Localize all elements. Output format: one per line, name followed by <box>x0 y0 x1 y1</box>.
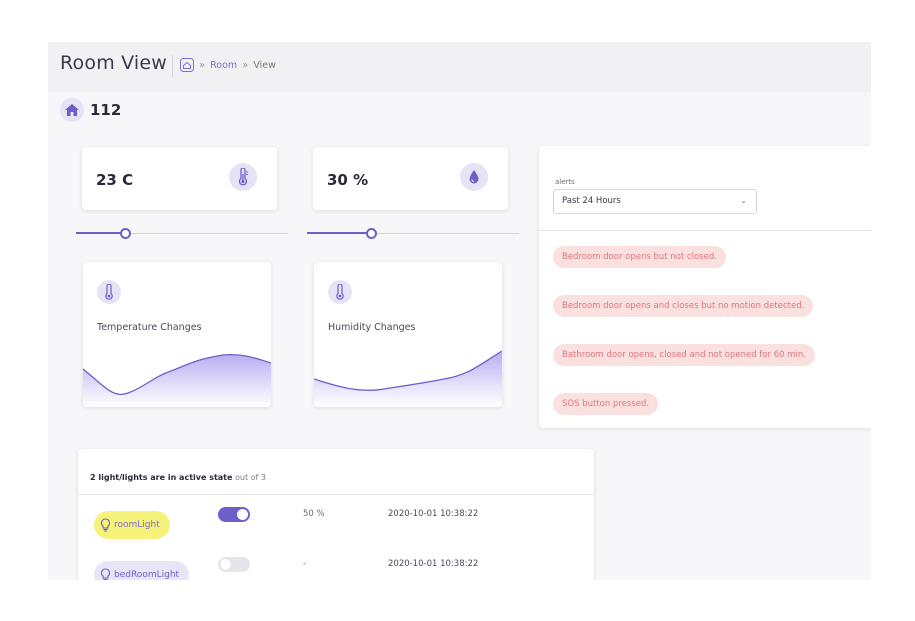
lights-active-count: 2 light/lights are in active state <box>90 473 233 482</box>
breadcrumb-separator: » <box>242 59 249 71</box>
breadcrumb-view: View <box>253 59 276 71</box>
slider-fill <box>76 232 125 234</box>
droplet-icon <box>460 163 488 191</box>
breadcrumb-separator: » <box>199 59 206 71</box>
lights-total-count: out of 3 <box>234 473 266 482</box>
temperature-card: 23 C <box>82 147 277 210</box>
light-toggle[interactable] <box>218 557 250 572</box>
page-title: Room View <box>60 52 168 74</box>
lights-summary: 2 light/lights are in active state out o… <box>90 473 266 482</box>
breadcrumb: » Room » View <box>180 58 276 72</box>
chevron-down-icon: ⌄ <box>740 196 747 205</box>
temperature-slider[interactable] <box>76 228 288 240</box>
light-chip-bedroomlight[interactable]: bedRoomLight <box>94 561 190 580</box>
lightbulb-icon <box>100 568 111 580</box>
trend-label: Temperature Changes <box>97 322 202 333</box>
home-icon[interactable] <box>180 58 194 72</box>
breadcrumb-room[interactable]: Room <box>210 60 237 71</box>
light-name: roomLight <box>114 520 160 530</box>
toggle-knob <box>237 509 248 520</box>
lights-divider <box>78 494 594 495</box>
temperature-sparkline <box>83 353 271 407</box>
slider-fill <box>307 232 371 234</box>
alert-item[interactable]: Bedroom door opens but not closed. <box>553 246 726 268</box>
temperature-value: 23 C <box>96 171 134 189</box>
alert-item[interactable]: Bathroom door opens, closed and not open… <box>553 344 815 366</box>
alerts-range-select[interactable]: Past 24 Hours ⌄ <box>553 189 757 214</box>
room-number: 112 <box>90 101 122 119</box>
page-header: Room View » Room » View <box>48 42 871 92</box>
light-chip-roomlight[interactable]: roomLight <box>94 511 170 539</box>
alerts-range-value: Past 24 Hours <box>562 196 621 206</box>
trend-label: Humidity Changes <box>328 322 416 333</box>
humidity-sparkline <box>314 350 502 407</box>
slider-handle[interactable] <box>120 228 131 239</box>
thermometer-icon <box>97 280 121 304</box>
title-divider <box>172 55 173 77</box>
app-window: Room View » Room » View 112 23 C 30 % Te… <box>48 42 871 580</box>
light-row: roomLight 50 % 2020-10-01 10:38:22 <box>78 505 594 545</box>
temperature-changes-card: Temperature Changes <box>83 262 271 407</box>
slider-handle[interactable] <box>366 228 377 239</box>
light-level: 50 % <box>303 509 325 519</box>
humidity-card: 30 % <box>313 147 508 210</box>
thermometer-icon <box>328 280 352 304</box>
lightbulb-icon <box>100 518 111 532</box>
alerts-panel: alerts Past 24 Hours ⌄ Bedroom door open… <box>539 146 871 428</box>
light-toggle[interactable] <box>218 507 250 522</box>
thermometer-icon <box>229 163 257 191</box>
alerts-caption: alerts <box>555 178 575 186</box>
light-timestamp: 2020-10-01 10:38:22 <box>388 559 479 569</box>
alert-item[interactable]: SOS button pressed. <box>553 393 659 415</box>
alert-item[interactable]: Bedroom door opens and closes but no mot… <box>553 295 814 317</box>
toggle-knob <box>220 559 231 570</box>
light-name: bedRoomLight <box>114 570 180 580</box>
house-icon <box>60 98 84 122</box>
humidity-value: 30 % <box>327 171 369 189</box>
humidity-slider[interactable] <box>307 228 519 240</box>
alerts-divider <box>539 230 871 231</box>
light-row: bedRoomLight - 2020-10-01 10:38:22 <box>78 555 594 580</box>
room-heading: 112 <box>60 98 121 122</box>
lights-panel: 2 light/lights are in active state out o… <box>78 449 594 580</box>
light-level: - <box>303 559 307 569</box>
light-timestamp: 2020-10-01 10:38:22 <box>388 509 479 519</box>
humidity-changes-card: Humidity Changes <box>314 262 502 407</box>
